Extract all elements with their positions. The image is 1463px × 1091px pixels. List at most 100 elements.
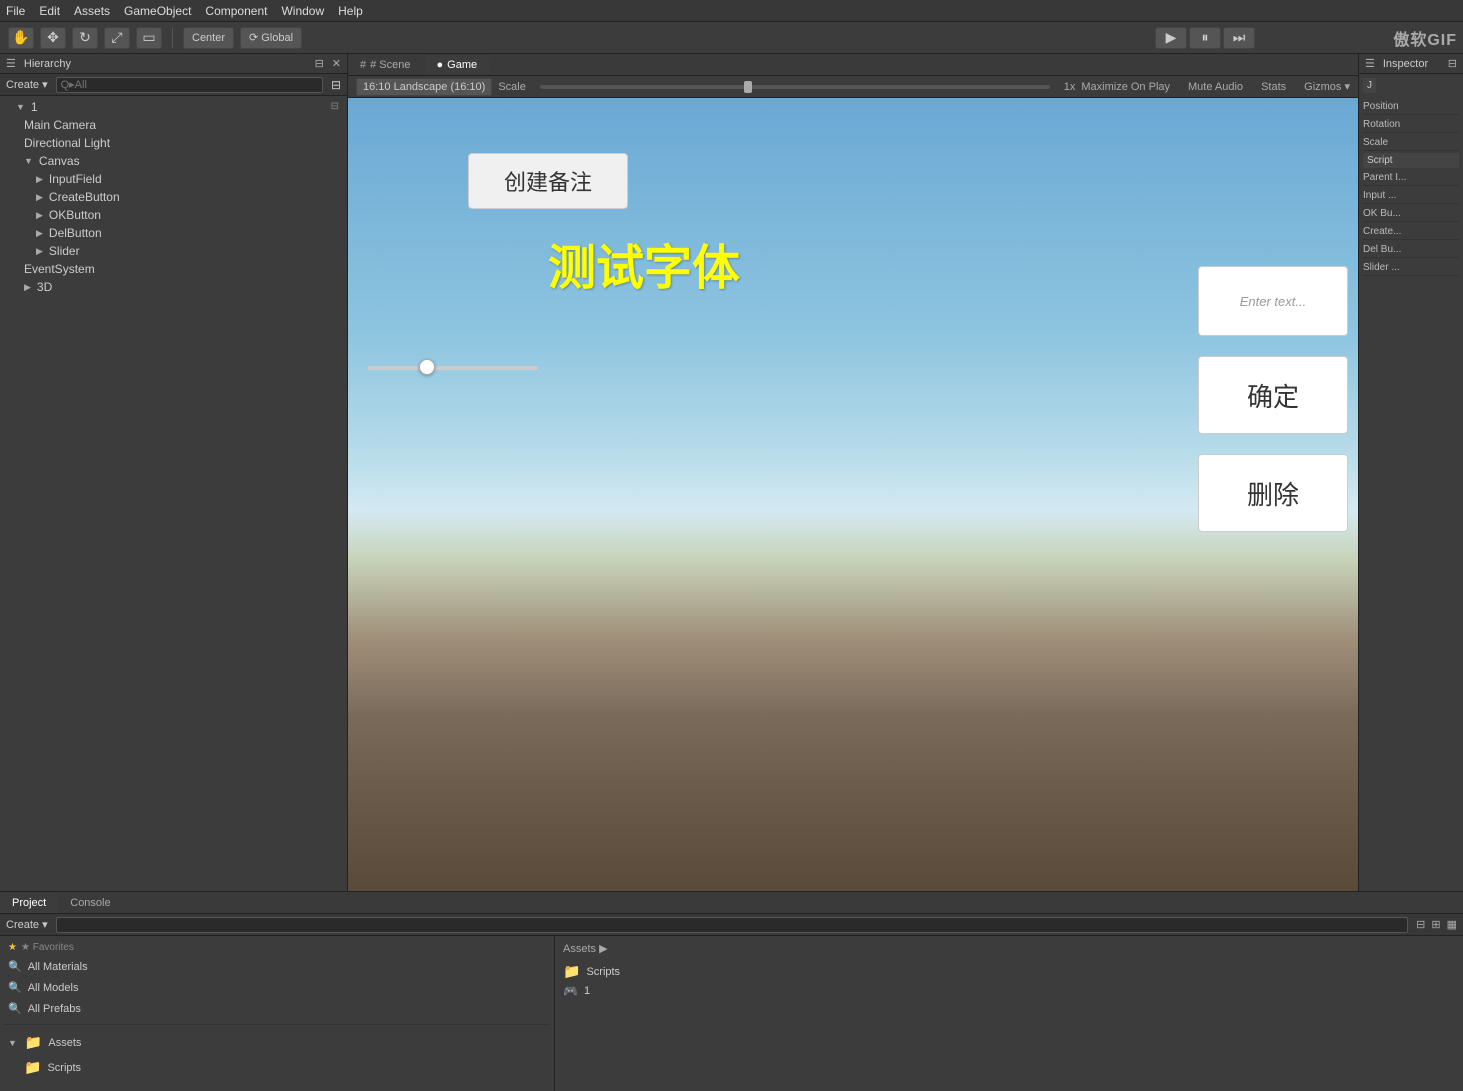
hier-createbtn-label: CreateButton — [49, 189, 120, 205]
bottom-search-input[interactable] — [56, 917, 1409, 933]
menu-edit[interactable]: Edit — [39, 4, 60, 18]
hierarchy-options-icon: ⊟ — [331, 78, 341, 92]
game-tab-label: Game — [447, 59, 477, 71]
asset-scripts[interactable]: 📁 Scripts — [559, 961, 1459, 982]
assets-label: Assets — [48, 1037, 81, 1049]
pause-btn[interactable]: ⏸ — [1189, 27, 1221, 49]
insp-slider-row: Slider ... — [1363, 260, 1459, 276]
game-del-button[interactable]: 删除 — [1198, 454, 1348, 532]
hand-tool-btn[interactable]: ✋ — [8, 27, 34, 49]
menu-help[interactable]: Help — [338, 4, 363, 18]
hier-item-createbtn[interactable]: ▶ CreateButton — [0, 188, 347, 206]
insp-parent-row: Parent I... — [1363, 170, 1459, 186]
hier-maincam-label: Main Camera — [24, 117, 96, 133]
favorites-section: ★ ★ Favorites — [4, 940, 550, 955]
hier-dirlight-label: Directional Light — [24, 135, 110, 151]
insp-tab-j[interactable]: J — [1363, 78, 1376, 93]
hier-item-delbtn[interactable]: ▶ DelButton — [0, 224, 347, 242]
hier-item-okbtn[interactable]: ▶ OKButton — [0, 206, 347, 224]
scale-thumb — [744, 81, 752, 93]
star-icon: ★ — [8, 942, 17, 953]
assets-section-folder[interactable]: ▼ 📁 Assets — [4, 1031, 550, 1054]
asset-scripts-icon: 📁 — [563, 963, 580, 980]
hier-inputfield-label: InputField — [49, 171, 102, 187]
resolution-btn[interactable]: 16:10 Landscape (16:10) — [356, 78, 492, 96]
gizmos-btn[interactable]: Gizmos ▾ — [1304, 80, 1350, 93]
bottom-icon-2[interactable]: ⊞ — [1431, 918, 1440, 931]
scale-tool-btn[interactable]: ⤢ — [104, 27, 130, 49]
fav-prefabs-label: All Prefabs — [28, 1003, 81, 1015]
insp-script-section: Script — [1363, 153, 1459, 168]
hier-delbtn-label: DelButton — [49, 225, 102, 241]
game-slider[interactable] — [368, 366, 538, 370]
game-tab-icon: ● — [437, 59, 444, 71]
asset-scene1[interactable]: 🎮 1 — [559, 982, 1459, 1000]
maximize-btn[interactable]: Maximize On Play — [1081, 81, 1170, 93]
hier-item-dirlight[interactable]: Directional Light — [0, 134, 347, 152]
bottom-toolbar: Create ▾ ⊟ ⊞ ▦ — [0, 914, 1463, 936]
mute-btn[interactable]: Mute Audio — [1188, 81, 1243, 93]
hier-item-maincam[interactable]: Main Camera — [0, 116, 347, 134]
scripts-folder-icon: 📁 — [24, 1059, 41, 1076]
hier-item-eventsys[interactable]: EventSystem — [0, 260, 347, 278]
game-tab[interactable]: ● Game — [425, 55, 490, 75]
insp-okbtn-row: OK Bu... — [1363, 206, 1459, 222]
scripts-folder-label: Scripts — [47, 1062, 81, 1074]
menu-window[interactable]: Window — [281, 4, 324, 18]
fav-all-models[interactable]: 🔍 All Models — [4, 978, 550, 997]
hier-item-slider[interactable]: ▶ Slider — [0, 242, 347, 260]
hier-item-3d[interactable]: ▶ 3D — [0, 278, 347, 296]
favorites-label: ★ Favorites — [21, 942, 74, 953]
scale-label: Scale — [498, 81, 526, 93]
scene-tab-label: # Scene — [370, 59, 410, 71]
scale-bar[interactable] — [540, 85, 1050, 89]
hier-item-inputfield[interactable]: ▶ InputField — [0, 170, 347, 188]
bottom-right-panel: Assets ▶ 📁 Scripts 🎮 1 — [555, 936, 1463, 1091]
search-icon-3: 🔍 — [8, 1002, 22, 1015]
rect-tool-btn[interactable]: ▭ — [136, 27, 162, 49]
menu-assets[interactable]: Assets — [74, 4, 110, 18]
assets-expand-icon: ▼ — [8, 1038, 17, 1048]
move-tool-btn[interactable]: ✥ — [40, 27, 66, 49]
play-btn[interactable]: ▶ — [1155, 27, 1187, 49]
bottom-create-btn[interactable]: Create ▾ — [6, 918, 48, 931]
game-input-field[interactable]: Enter text... — [1198, 266, 1348, 336]
hier-3d-label: 3D — [37, 279, 52, 295]
scripts-folder-item[interactable]: 📁 Scripts — [4, 1056, 550, 1079]
hier-slider-label: Slider — [49, 243, 80, 259]
menu-gameobject[interactable]: GameObject — [124, 4, 191, 18]
search-icon-2: 🔍 — [8, 981, 22, 994]
fav-all-materials[interactable]: 🔍 All Materials — [4, 957, 550, 976]
menu-component[interactable]: Component — [205, 4, 267, 18]
step-btn[interactable]: ⏭ — [1223, 27, 1255, 49]
console-tab[interactable]: Console — [58, 893, 122, 913]
rotate-tool-btn[interactable]: ↻ — [72, 27, 98, 49]
scene-tab[interactable]: # # Scene — [348, 55, 423, 75]
game-ok-button[interactable]: 确定 — [1198, 356, 1348, 434]
inspector-title: Inspector — [1383, 58, 1428, 70]
pivot-label: Center — [192, 32, 225, 44]
create-note-button[interactable]: 创建备注 — [468, 153, 628, 209]
bottom-left-panel: ★ ★ Favorites 🔍 All Materials 🔍 All Mode… — [0, 936, 555, 1091]
insp-rotation-row: Rotation — [1363, 117, 1459, 133]
bottom-icon-3[interactable]: ▦ — [1447, 918, 1457, 931]
hierarchy-search-input[interactable] — [56, 77, 323, 93]
bottom-icon-1[interactable]: ⊟ — [1416, 918, 1425, 931]
bottom-panel: Project Console Create ▾ ⊟ ⊞ ▦ ★ ★ Favor… — [0, 891, 1463, 1091]
hier-canvas-label: Canvas — [39, 153, 80, 169]
hier-root-eye: ⊟ — [331, 99, 339, 115]
bottom-tabs: Project Console — [0, 892, 1463, 914]
inspector-content: J Position Rotation Scale Script Parent … — [1359, 74, 1463, 891]
fav-all-prefabs[interactable]: 🔍 All Prefabs — [4, 999, 550, 1018]
hier-item-root[interactable]: ▼ 1 ⊟ — [0, 98, 347, 116]
hier-item-canvas[interactable]: ▼ Canvas — [0, 152, 347, 170]
space-btn[interactable]: ⟳ Global — [240, 27, 302, 49]
project-tab[interactable]: Project — [0, 893, 58, 913]
pivot-btn[interactable]: Center — [183, 27, 234, 49]
space-label: Global — [261, 32, 293, 44]
stats-btn[interactable]: Stats — [1261, 81, 1286, 93]
inspector-panel: ☰ Inspector ⊟ J Position Rotation Scale … — [1358, 54, 1463, 891]
menu-file[interactable]: File — [6, 4, 25, 18]
hierarchy-header: ☰ Hierarchy ⊟ ✕ — [0, 54, 347, 74]
hierarchy-create-btn[interactable]: Create ▾ — [6, 78, 48, 91]
